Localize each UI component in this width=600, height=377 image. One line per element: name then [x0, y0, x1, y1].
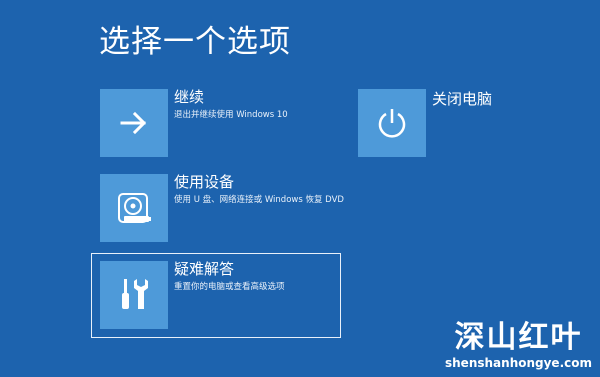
watermark: 深山红叶 shenshanhongye.com: [445, 321, 592, 371]
page-title: 选择一个选项: [99, 24, 291, 60]
watermark-url: shenshanhongye.com: [445, 356, 592, 370]
use-device-description: 使用 U 盘、网络连接或 Windows 恢复 DVD: [174, 195, 344, 205]
continue-description: 退出并继续使用 Windows 10: [174, 110, 288, 120]
use-device-option[interactable]: 使用设备 使用 U 盘、网络连接或 Windows 恢复 DVD: [100, 173, 344, 244]
disc-drive-icon: [118, 193, 151, 223]
shutdown-label: 关闭电脑: [432, 90, 493, 108]
continue-label: 继续: [174, 88, 205, 106]
continue-option[interactable]: 继续 退出并继续使用 Windows 10: [100, 88, 320, 159]
use-device-tile[interactable]: [100, 174, 168, 242]
watermark-brand: 深山红叶: [454, 320, 583, 355]
power-icon: [378, 109, 406, 138]
troubleshoot-description: 重置你的电脑或查看高级选项: [174, 282, 285, 292]
shutdown-option[interactable]: 关闭电脑: [358, 89, 508, 159]
tools-icon: [122, 279, 148, 309]
arrow-right-icon: [120, 111, 147, 135]
troubleshoot-tile[interactable]: [100, 261, 168, 329]
shutdown-tile[interactable]: [358, 89, 426, 157]
use-device-label: 使用设备: [174, 173, 235, 191]
troubleshoot-label: 疑难解答: [174, 260, 235, 278]
continue-tile[interactable]: [100, 89, 168, 157]
troubleshoot-option[interactable]: 疑难解答 重置你的电脑或查看高级选项: [91, 253, 341, 338]
